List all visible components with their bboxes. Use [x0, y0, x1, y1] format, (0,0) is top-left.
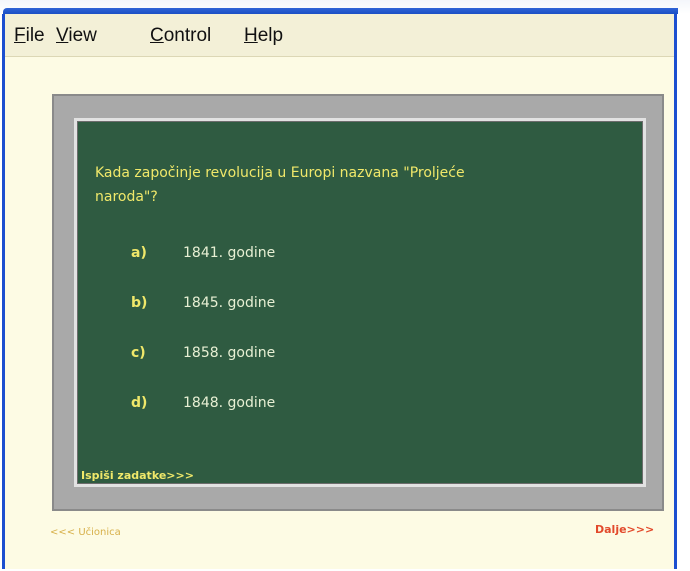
print-tasks-link[interactable]: Ispiši zadatke>>>: [81, 469, 194, 482]
menu-file[interactable]: File: [14, 25, 45, 47]
window-right-margin: [681, 14, 690, 571]
question-line-1: Kada započinje revolucija u Europi nazva…: [95, 165, 465, 181]
menu-view-label: iew: [68, 25, 97, 46]
answer-letter: b): [131, 295, 148, 311]
next-link[interactable]: Dalje>>>: [595, 523, 654, 536]
back-to-classroom-link[interactable]: <<< Učionica: [50, 527, 121, 538]
main-window: File View Control Help Kada započinje re…: [2, 14, 677, 569]
chalkboard: Kada započinje revolucija u Europi nazva…: [74, 118, 646, 487]
answer-letter: a): [131, 245, 147, 261]
menu-file-accelerator: F: [14, 25, 26, 46]
menu-bar: File View Control Help: [5, 14, 674, 57]
menu-help[interactable]: Help: [244, 25, 283, 47]
menu-view-accelerator: V: [56, 25, 69, 46]
menu-control-accelerator: C: [150, 25, 164, 46]
answer-text: 1848. godine: [183, 395, 276, 411]
answer-letter: d): [131, 395, 148, 411]
menu-view[interactable]: View: [56, 25, 97, 47]
answer-text: 1841. godine: [183, 245, 276, 261]
chalkboard-frame: Kada započinje revolucija u Europi nazva…: [52, 94, 664, 511]
menu-help-accelerator: H: [244, 25, 258, 46]
menu-control[interactable]: Control: [150, 25, 211, 47]
question-text: Kada započinje revolucija u Europi nazva…: [95, 161, 615, 209]
answer-text: 1845. godine: [183, 295, 276, 311]
quiz-application: File View Control Help Kada započinje re…: [0, 0, 690, 571]
answer-text: 1858. godine: [183, 345, 276, 361]
answer-letter: c): [131, 345, 146, 361]
title-bar: [0, 0, 690, 14]
menu-file-label: ile: [25, 25, 45, 46]
menu-help-label: elp: [257, 25, 284, 46]
question-line-2: naroda"?: [95, 189, 158, 205]
menu-control-label: ontrol: [163, 25, 212, 46]
